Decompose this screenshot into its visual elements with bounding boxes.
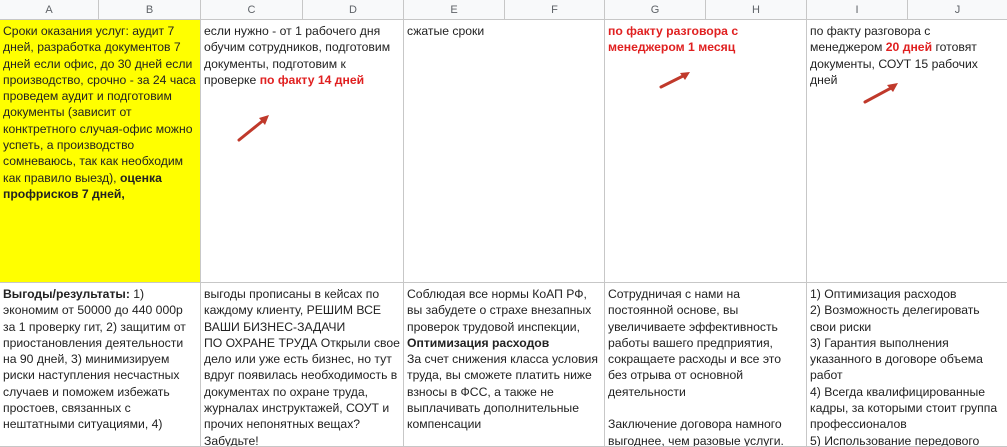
column-header-a[interactable]: A <box>0 0 99 20</box>
a2-bold-label: Выгоды/результаты: <box>3 287 134 301</box>
g2-text: Сотрудничая с нами на постоянной основе,… <box>608 287 784 447</box>
column-header-c[interactable]: C <box>201 0 303 20</box>
cell-a1-service-terms[interactable]: Сроки оказания услуг: аудит 7 дней, разр… <box>0 20 201 283</box>
e2-text-tail: За счет снижения класса условия труда, в… <box>407 352 598 432</box>
c1-red-text: по факту 14 дней <box>259 72 365 87</box>
c2-text: выгоды прописаны в кейсах по каждому кли… <box>204 287 400 447</box>
column-header-g[interactable]: G <box>605 0 706 20</box>
arrow-annotation-c1 <box>237 115 269 142</box>
cell-i1-manager-terms[interactable]: по факту разговора с менеджером 20 дней … <box>807 20 1007 283</box>
cell-g1-manager-terms[interactable]: по факту разговора с менеджером 1 месяц <box>605 20 807 283</box>
i2-text: 1) Оптимизация расходов 2) Возможность д… <box>810 287 998 447</box>
column-header-e[interactable]: E <box>404 0 505 20</box>
g1-red-text: по факту разговора с менеджером 1 месяц <box>608 24 742 55</box>
cell-c1-training[interactable]: если нужно - от 1 рабочего дня обучим со… <box>201 20 404 283</box>
e2-bold-text: Оптимизация расходов <box>407 335 550 350</box>
cell-e2-compliance[interactable]: Соблюдая все нормы КоАП РФ, вы забудете … <box>404 283 605 447</box>
column-header-d[interactable]: D <box>303 0 404 20</box>
column-header-j[interactable]: J <box>908 0 1007 20</box>
column-header-h[interactable]: H <box>706 0 807 20</box>
e2-text: Соблюдая все нормы КоАП РФ, вы забудете … <box>407 287 595 334</box>
a1-text: Сроки оказания услуг: аудит 7 дней, разр… <box>3 24 200 185</box>
cell-c2-cases[interactable]: выгоды прописаны в кейсах по каждому кли… <box>201 283 404 447</box>
cell-i2-benefit-list[interactable]: 1) Оптимизация расходов 2) Возможность д… <box>807 283 1007 447</box>
cell-e1-short-terms[interactable]: сжатые сроки <box>404 20 605 283</box>
e1-text: сжатые сроки <box>407 24 485 38</box>
cell-a2-benefits[interactable]: Выгоды/результаты: 1) экономим от 50000 … <box>0 283 201 447</box>
arrow-annotation-i1 <box>863 83 898 104</box>
arrow-annotation-g1 <box>659 72 690 89</box>
column-header-f[interactable]: F <box>505 0 605 20</box>
column-header-i[interactable]: I <box>807 0 908 20</box>
column-header-b[interactable]: B <box>99 0 201 20</box>
a2-text: 1) экономим от 50000 до 440 000р за 1 пр… <box>3 287 190 432</box>
cell-g2-cooperation[interactable]: Сотрудничая с нами на постоянной основе,… <box>605 283 807 447</box>
i1-red-text: 20 дней <box>885 40 933 55</box>
